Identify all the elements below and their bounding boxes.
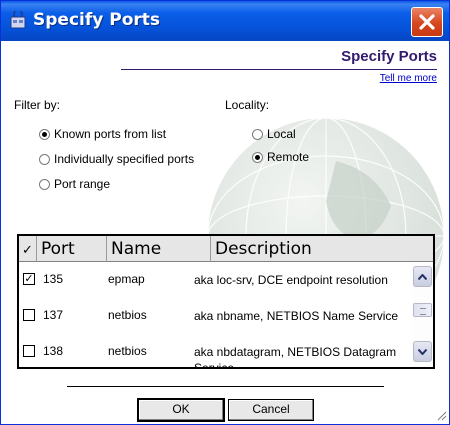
radio-button[interactable] <box>252 151 263 163</box>
window-title: Specify Ports <box>33 10 161 30</box>
table-row[interactable]: 137 netbios aka nbname, NETBIOS Name Ser… <box>19 303 411 339</box>
row-checkbox[interactable] <box>23 345 35 357</box>
scroll-up-button[interactable] <box>413 266 432 287</box>
radio-label: Remote <box>267 150 310 164</box>
close-icon <box>419 14 435 30</box>
description-cell: aka loc-srv, DCE endpoint resolution <box>194 273 388 287</box>
header-divider <box>121 69 437 70</box>
radio-label: Local <box>267 127 296 141</box>
radio-label: Port range <box>54 177 111 191</box>
tell-me-more-link[interactable]: Tell me more <box>380 73 437 84</box>
header-title: Specify Ports <box>341 48 437 65</box>
column-header-name[interactable]: Name <box>107 236 211 262</box>
checkmark-icon: ✓ <box>22 243 33 258</box>
radio-individual-ports[interactable]: Individually specified ports <box>39 152 194 166</box>
ok-button[interactable]: OK <box>137 398 225 422</box>
arrow-up-icon <box>418 273 427 280</box>
radio-local[interactable]: Local <box>252 127 296 141</box>
name-cell: netbios <box>108 308 147 322</box>
filter-by-label: Filter by: <box>14 98 61 112</box>
description-cell: aka nbname, NETBIOS Name Service <box>194 309 399 323</box>
radio-button[interactable] <box>39 153 50 165</box>
vertical-scrollbar[interactable] <box>412 263 433 367</box>
specify-ports-dialog: Specify Ports Specify Ports Tell me more… <box>0 0 450 425</box>
locality-label: Locality: <box>225 98 270 112</box>
name-cell: epmap <box>108 272 145 286</box>
name-cell: netbios <box>108 344 147 358</box>
resize-grip-icon[interactable] <box>437 411 447 421</box>
radio-button[interactable] <box>39 128 50 140</box>
port-cell: 137 <box>43 308 64 322</box>
radio-known-ports[interactable]: Known ports from list <box>39 127 166 141</box>
row-checkbox[interactable] <box>23 309 35 321</box>
radio-remote[interactable]: Remote <box>252 150 309 164</box>
description-cell: aka nbdatagram, NETBIOS Datagram Service <box>194 345 397 369</box>
row-checkbox[interactable]: ✓ <box>23 273 35 285</box>
cancel-button[interactable]: Cancel <box>228 399 314 421</box>
arrow-down-icon <box>418 348 427 355</box>
title-bar[interactable]: Specify Ports <box>1 1 449 41</box>
close-button[interactable] <box>411 7 443 37</box>
radio-button[interactable] <box>252 128 263 140</box>
radio-label: Known ports from list <box>54 127 167 141</box>
ports-table: ✓ Port Name Description ✓ 135 epmap aka … <box>17 234 435 369</box>
column-header-port[interactable]: Port <box>37 236 107 262</box>
column-header-description[interactable]: Description <box>211 236 433 262</box>
table-row[interactable]: 138 netbios aka nbdatagram, NETBIOS Data… <box>19 339 411 369</box>
footer-divider <box>67 386 384 387</box>
column-header-check[interactable]: ✓ <box>19 236 37 262</box>
table-header: ✓ Port Name Description <box>19 236 433 262</box>
radio-label: Individually specified ports <box>54 152 195 166</box>
firewall-icon <box>10 11 26 29</box>
radio-button[interactable] <box>39 178 50 190</box>
port-cell: 135 <box>43 272 64 286</box>
table-row[interactable]: ✓ 135 epmap aka loc-srv, DCE endpoint re… <box>19 267 411 303</box>
radio-port-range[interactable]: Port range <box>39 177 110 191</box>
scroll-down-button[interactable] <box>413 341 432 362</box>
dialog-body: Specify Ports Tell me more Filter by: Kn… <box>1 41 449 424</box>
scroll-thumb[interactable] <box>413 303 432 317</box>
port-cell: 138 <box>43 344 64 358</box>
